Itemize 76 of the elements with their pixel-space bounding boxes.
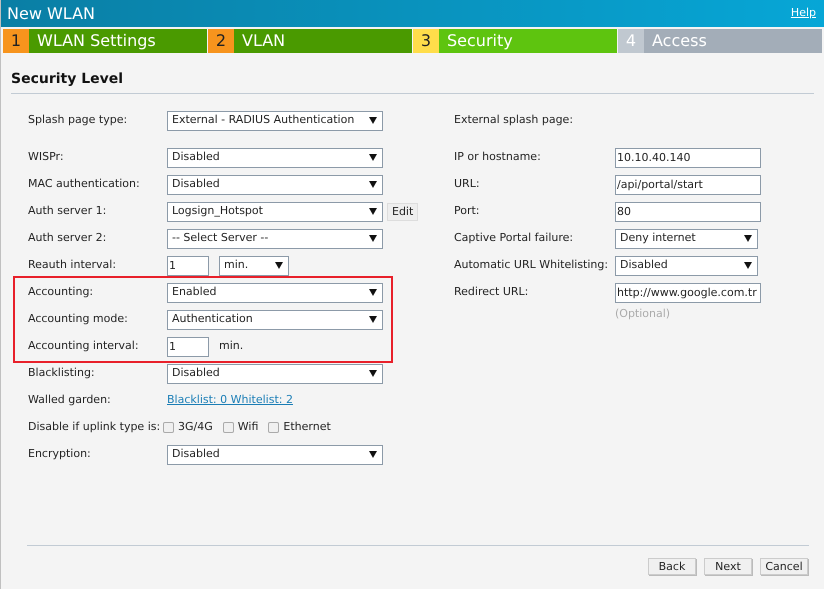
input-field[interactable]: 10.10.40.140 [615, 148, 761, 168]
input-field[interactable]: http://www.google.com.tr [615, 282, 761, 302]
checkbox[interactable] [222, 422, 234, 433]
field-label: WISPr: [28, 149, 65, 166]
step-label: VLAN [242, 30, 286, 52]
field-label: Walled garden: [28, 392, 112, 408]
step-number: 1 [3, 29, 29, 53]
checkbox-label: Ethernet [283, 419, 331, 436]
caret-icon [369, 181, 377, 188]
dropdown[interactable]: Disabled [167, 174, 383, 194]
walled-garden-link[interactable]: Blacklist: 0 Whitelist: 2 [167, 392, 293, 409]
dropdown[interactable]: Disabled [615, 256, 758, 276]
dropdown[interactable]: Disabled [167, 364, 383, 384]
step-label: Access [652, 30, 707, 52]
field-label: URL: [454, 176, 481, 192]
wizard-button[interactable]: Next [704, 558, 752, 575]
step-number: 4 [618, 29, 644, 53]
wizard-step[interactable]: 3 Security [413, 29, 617, 53]
caret-icon [369, 289, 377, 296]
checkbox-label: Wifi [238, 419, 258, 436]
caret-icon [369, 117, 377, 124]
field-label: IP or hostname: [454, 149, 542, 166]
caret-icon [369, 370, 377, 377]
caret-icon [369, 451, 377, 458]
section-title: Security Level [11, 71, 124, 87]
dropdown[interactable]: Deny internet [615, 228, 758, 248]
window-title: New WLAN [7, 2, 95, 24]
field-label: Accounting interval: [28, 338, 140, 354]
checkbox[interactable] [163, 422, 174, 433]
checkbox-label: 3G/4G [178, 419, 213, 436]
caret-icon [369, 235, 377, 242]
field-label: MAC authentication: [28, 176, 141, 192]
field-label: External splash page: [454, 112, 574, 128]
step-number: 2 [208, 29, 234, 53]
field-label: Auth server 2: [28, 230, 108, 246]
field-label: Encryption: [28, 446, 92, 462]
wizard-button[interactable]: Cancel [760, 558, 808, 575]
field-label: Reauth interval: [28, 257, 118, 274]
wizard-button[interactable]: Back [648, 558, 696, 575]
field-label: Auth server 1: [28, 203, 108, 220]
checkbox[interactable] [268, 422, 280, 433]
caret-icon [275, 262, 283, 269]
caret-icon [744, 235, 752, 242]
field-label: Captive Portal failure: [454, 230, 574, 246]
optional-hint: (Optional) [615, 306, 672, 322]
input-field[interactable]: /api/portal/start [615, 174, 761, 194]
wizard-step[interactable]: 1 WLAN Settings [3, 29, 207, 53]
dropdown[interactable]: Enabled [167, 282, 383, 302]
caret-icon [369, 208, 377, 215]
field-label: Splash page type: [28, 112, 128, 128]
step-label: Security [447, 30, 513, 52]
dropdown[interactable]: Authentication [167, 310, 383, 330]
dropdown[interactable]: External - RADIUS Authentication [167, 110, 383, 130]
edit-button[interactable]: Edit [387, 202, 418, 220]
field-label: Blacklisting: [28, 365, 96, 382]
wizard-step[interactable]: 2 VLAN [208, 29, 412, 53]
field-label: Redirect URL: [454, 284, 530, 300]
caret-icon [369, 316, 377, 323]
field-label: Port: [454, 203, 481, 220]
input-field[interactable]: 1 [167, 256, 209, 276]
dropdown[interactable]: min. [219, 256, 289, 276]
input-field[interactable]: 80 [615, 202, 761, 222]
step-label: WLAN Settings [37, 30, 156, 52]
field-label: Accounting: [28, 284, 94, 300]
unit-label: min. [219, 338, 244, 354]
step-number: 3 [413, 29, 439, 53]
field-label: Automatic URL Whitelisting: [454, 257, 610, 274]
caret-icon [369, 154, 377, 161]
field-label: Accounting mode: [28, 311, 129, 328]
field-label: Disable if uplink type is: [28, 419, 162, 436]
input-field[interactable]: 1 [167, 336, 209, 356]
dropdown[interactable]: Disabled [167, 148, 383, 168]
dropdown[interactable]: Disabled [167, 444, 383, 464]
dropdown[interactable]: -- Select Server -- [167, 228, 383, 248]
caret-icon [744, 262, 752, 269]
dropdown[interactable]: Logsign_Hotspot [167, 202, 383, 222]
